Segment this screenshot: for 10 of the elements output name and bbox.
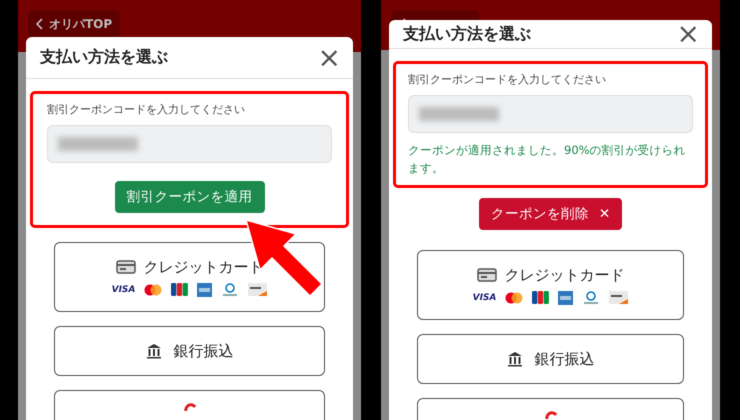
coupon-field-label: 割引クーポンコードを入力してください (47, 102, 246, 117)
card-brand-logo: VISA (112, 284, 136, 294)
card-brand-logo: VISA (472, 292, 496, 302)
payment-label: 銀行振込 (534, 350, 594, 368)
coupon-success-message: クーポンが適用されました。90%の割引が受けられます。 (408, 142, 687, 177)
payment-label: 銀行振込 (174, 342, 234, 360)
dialog-title: 支払い方法を選ぶ (40, 47, 168, 68)
dialog-title: 支払い方法を選ぶ (403, 24, 531, 44)
payment-label: クレジットカード (504, 266, 624, 284)
coupon-field-label: 割引クーポンコードを入力してください (408, 72, 607, 87)
